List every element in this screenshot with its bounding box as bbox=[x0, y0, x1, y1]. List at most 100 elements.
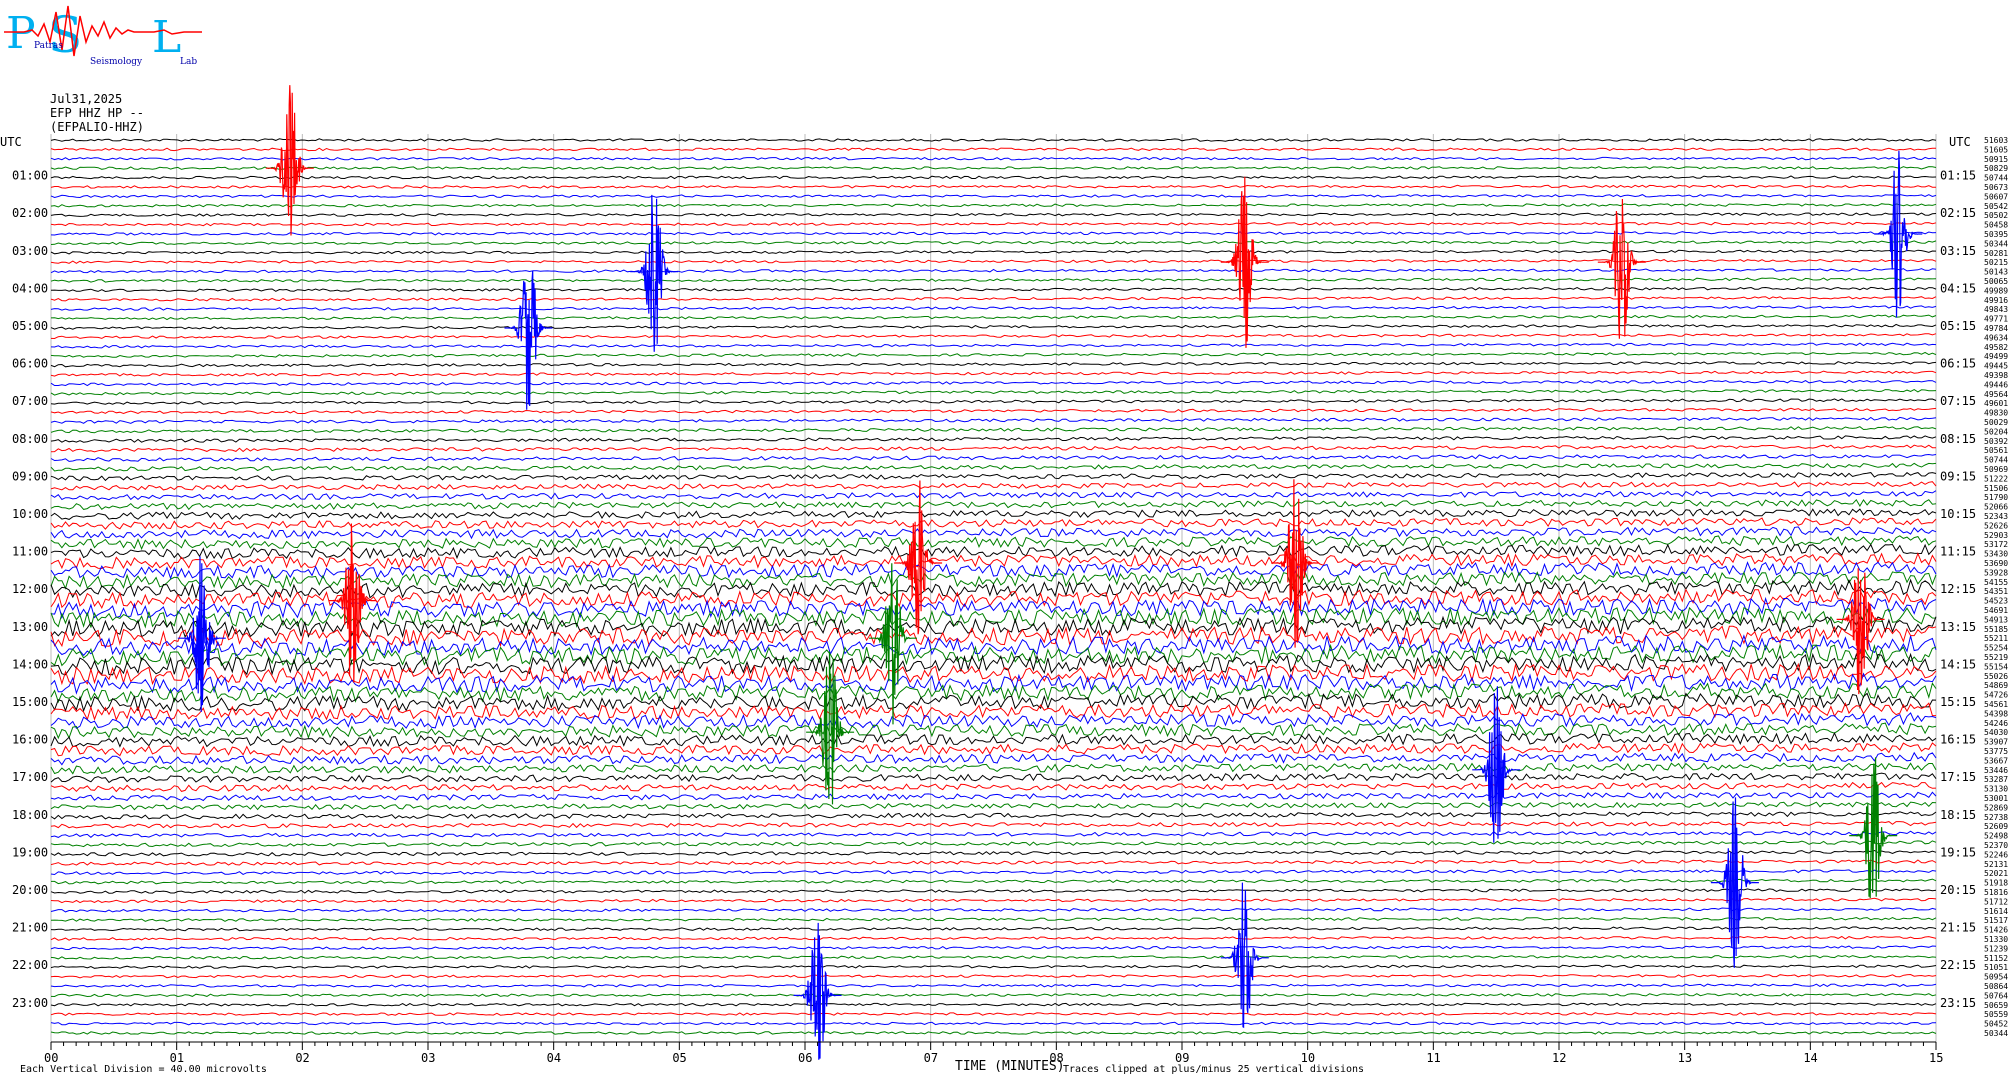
x-tick-label: 13 bbox=[1678, 1051, 1692, 1065]
left-hour-label: 08:00 bbox=[12, 432, 48, 446]
trace-row bbox=[50, 462, 1937, 472]
right-count-label: 49446 bbox=[1984, 380, 2008, 389]
right-hour-label: 15:15 bbox=[1940, 695, 1976, 709]
x-axis-title: TIME (MINUTES) bbox=[955, 1059, 1065, 1074]
trace-row bbox=[50, 662, 1937, 686]
trace-row bbox=[50, 193, 1937, 199]
right-count-label: 51603 bbox=[1984, 136, 2008, 145]
left-hour-label: 22:00 bbox=[12, 958, 48, 972]
right-count-label: 50344 bbox=[1984, 239, 2008, 248]
helicorder-plot: 01:00 02:00 03:00 04:00 05:00 06:00 07:00 08:00… bbox=[0, 85, 2008, 1075]
right-count-label: 50029 bbox=[1984, 418, 2008, 427]
trace-row bbox=[50, 526, 1937, 540]
trace-row bbox=[50, 830, 1937, 838]
right-count-label: 52131 bbox=[1984, 860, 2008, 869]
right-count-label: 53001 bbox=[1984, 794, 2008, 803]
trace-row bbox=[50, 1031, 1937, 1035]
right-count-label: 50829 bbox=[1984, 164, 2008, 173]
trace-row bbox=[50, 453, 1937, 462]
right-count-label: 50452 bbox=[1984, 1020, 2008, 1029]
right-count-label: 54155 bbox=[1984, 578, 2008, 587]
trace-row bbox=[50, 435, 1937, 443]
right-hour-label: 02:15 bbox=[1940, 206, 1976, 220]
trace-row bbox=[50, 935, 1937, 941]
clip-note: Traces clipped at plus/minus 25 vertical… bbox=[1063, 1064, 1364, 1075]
seismic-event bbox=[1220, 176, 1269, 348]
seismic-event bbox=[1220, 882, 1269, 1029]
trace-row bbox=[50, 166, 1937, 170]
right-count-label: 49601 bbox=[1984, 399, 2008, 408]
seismic-event bbox=[1710, 797, 1759, 968]
trace-row bbox=[50, 955, 1937, 960]
trace-row bbox=[50, 231, 1937, 236]
trace-row bbox=[50, 258, 1937, 264]
trace-row bbox=[50, 389, 1937, 396]
right-count-label: 49843 bbox=[1984, 305, 2008, 314]
right-count-label: 50281 bbox=[1984, 249, 2008, 258]
left-hour-label: 21:00 bbox=[12, 921, 48, 935]
trace-row bbox=[50, 361, 1937, 368]
seismic-event bbox=[894, 480, 943, 635]
trace-row bbox=[50, 869, 1937, 876]
trace-row bbox=[50, 147, 1936, 152]
trace-row bbox=[50, 221, 1937, 227]
seismic-event bbox=[806, 651, 855, 805]
right-hour-label: 22:15 bbox=[1940, 958, 1976, 972]
trace-row bbox=[50, 203, 1937, 208]
trace-row bbox=[50, 772, 1937, 784]
right-count-label: 50458 bbox=[1984, 221, 2008, 230]
right-count-label: 52246 bbox=[1984, 850, 2008, 859]
trace-row bbox=[50, 333, 1937, 340]
trace-row bbox=[50, 305, 1937, 311]
right-count-label: 49582 bbox=[1984, 343, 2008, 352]
seismic-traces bbox=[50, 85, 1937, 1060]
trace-row bbox=[50, 490, 1937, 501]
right-count-label: 50744 bbox=[1984, 174, 2008, 183]
right-count-label: 55185 bbox=[1984, 625, 2008, 634]
x-tick-label: 09 bbox=[1175, 1051, 1189, 1065]
right-count-label: 55211 bbox=[1984, 634, 2008, 643]
trace-row bbox=[50, 742, 1937, 757]
right-count-label: 54869 bbox=[1984, 681, 2008, 690]
right-count-label: 50969 bbox=[1984, 465, 2008, 474]
trace-row bbox=[50, 1012, 1937, 1016]
trace-row bbox=[50, 973, 1937, 979]
left-hour-label: 17:00 bbox=[12, 770, 48, 784]
right-count-label: 52609 bbox=[1984, 822, 2008, 831]
trace-row bbox=[50, 821, 1937, 829]
right-count-label: 49499 bbox=[1984, 352, 2008, 361]
right-count-label: 54030 bbox=[1984, 728, 2008, 737]
right-count-label: 54246 bbox=[1984, 719, 2008, 728]
x-tick-label: 03 bbox=[421, 1051, 435, 1065]
right-count-label: 51712 bbox=[1984, 897, 2008, 906]
left-hour-label: 12:00 bbox=[12, 582, 48, 596]
left-utc-label: UTC bbox=[0, 135, 22, 149]
left-hour-label: 04:00 bbox=[12, 281, 48, 295]
left-hour-label: 10:00 bbox=[12, 507, 48, 521]
x-tick-label: 15 bbox=[1929, 1051, 1943, 1065]
right-hour-label: 04:15 bbox=[1940, 281, 1976, 295]
right-count-label: 50143 bbox=[1984, 268, 2008, 277]
right-count-label: 54913 bbox=[1984, 615, 2008, 624]
trace-row bbox=[50, 296, 1937, 302]
right-count-label: 51605 bbox=[1984, 145, 2008, 154]
trace-row bbox=[50, 379, 1937, 387]
right-count-label: 51426 bbox=[1984, 926, 2008, 935]
trace-row bbox=[50, 342, 1937, 349]
trace-row bbox=[51, 878, 1937, 885]
right-count-label: 49989 bbox=[1984, 286, 2008, 295]
right-count-label: 51239 bbox=[1984, 944, 2008, 953]
right-count-label: 51152 bbox=[1984, 954, 2008, 963]
seismic-event bbox=[793, 922, 842, 1060]
trace-row bbox=[50, 907, 1937, 913]
seismic-event bbox=[504, 270, 553, 410]
right-count-label: 50065 bbox=[1984, 277, 2008, 286]
trace-row bbox=[50, 286, 1937, 293]
right-count-label: 50659 bbox=[1984, 1001, 2008, 1010]
trace-row bbox=[50, 472, 1937, 482]
right-count-label: 54523 bbox=[1984, 597, 2008, 606]
right-count-label: 53287 bbox=[1984, 775, 2008, 784]
trace-row bbox=[50, 184, 1937, 189]
right-hour-label: 17:15 bbox=[1940, 770, 1976, 784]
right-count-label: 51816 bbox=[1984, 888, 2008, 897]
